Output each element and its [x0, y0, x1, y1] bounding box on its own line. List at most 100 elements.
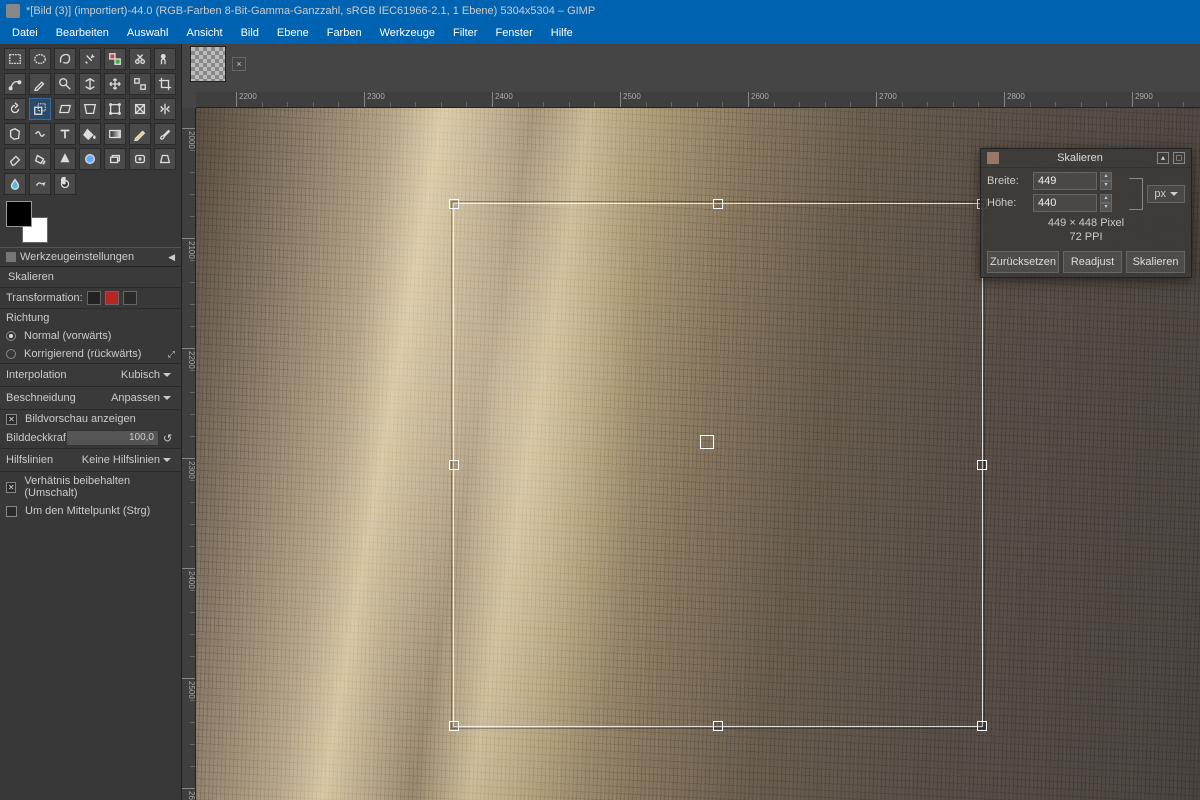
tool-airbrush[interactable]: [29, 148, 51, 170]
tool-perspective-clone[interactable]: [154, 148, 176, 170]
menu-image[interactable]: Bild: [233, 24, 267, 42]
transform-center[interactable]: [700, 435, 714, 449]
tool-bucket-fill[interactable]: [79, 123, 101, 145]
tool-paintbrush[interactable]: [154, 123, 176, 145]
tool-blur[interactable]: [4, 173, 26, 195]
fg-color[interactable]: [6, 201, 32, 227]
width-down[interactable]: ▾: [1100, 181, 1112, 190]
tool-handle-transform[interactable]: [129, 98, 151, 120]
tool-ink[interactable]: [54, 148, 76, 170]
tool-heal[interactable]: [129, 148, 151, 170]
tool-crop[interactable]: [154, 73, 176, 95]
handle-e[interactable]: [977, 460, 987, 470]
tool-cage[interactable]: [4, 123, 26, 145]
tool-gradient[interactable]: [104, 123, 126, 145]
tool-move[interactable]: [104, 73, 126, 95]
tool-align[interactable]: [129, 73, 151, 95]
tool-text[interactable]: [54, 123, 76, 145]
unit-dropdown[interactable]: px: [1147, 185, 1185, 203]
dir-dropdown-icon[interactable]: ⤢: [168, 349, 175, 360]
tool-pencil[interactable]: [129, 123, 151, 145]
tool-rotate[interactable]: [4, 98, 26, 120]
chain-link-icon[interactable]: [1129, 178, 1143, 210]
transform-layer-icon[interactable]: [87, 291, 101, 305]
tool-unified-transform[interactable]: [104, 98, 126, 120]
tool-foreground-select[interactable]: [154, 48, 176, 70]
chevron-down-icon: [163, 396, 171, 404]
color-swatches[interactable]: [6, 201, 48, 243]
tool-eraser[interactable]: [4, 148, 26, 170]
menu-edit[interactable]: Bearbeiten: [48, 24, 117, 42]
handle-w[interactable]: [449, 460, 459, 470]
width-up[interactable]: ▴: [1100, 172, 1112, 181]
menu-filters[interactable]: Filter: [445, 24, 485, 42]
tool-scissors[interactable]: [129, 48, 151, 70]
menu-tools[interactable]: Werkzeuge: [372, 24, 443, 42]
tool-zoom[interactable]: [54, 73, 76, 95]
scale-button[interactable]: Skalieren: [1126, 251, 1185, 273]
image-thumbnail[interactable]: [190, 46, 226, 82]
handle-sw[interactable]: [449, 721, 459, 731]
tool-measure[interactable]: [79, 73, 101, 95]
ruler-horizontal[interactable]: 22002300240025002600270028002900: [196, 92, 1200, 108]
dialog-collapse-icon[interactable]: ▴: [1157, 152, 1169, 164]
tool-scale[interactable]: [29, 98, 51, 120]
dialog-detach-icon[interactable]: ◻: [1173, 152, 1185, 164]
opacity-slider[interactable]: 100,0: [66, 430, 159, 446]
width-input[interactable]: [1033, 172, 1097, 190]
menu-layer[interactable]: Ebene: [269, 24, 317, 42]
reset-icon[interactable]: ↺: [163, 432, 175, 444]
transform-bounding-box[interactable]: [453, 203, 983, 727]
image-tab: ×: [190, 44, 246, 84]
tool-perspective[interactable]: [79, 98, 101, 120]
tool-free-select[interactable]: [54, 48, 76, 70]
height-label: Höhe:: [987, 197, 1029, 209]
guides-row[interactable]: Hilfslinien Keine Hilfslinien: [0, 448, 181, 471]
handle-s[interactable]: [713, 721, 723, 731]
transform-path-icon[interactable]: [123, 291, 137, 305]
ruler-vertical[interactable]: 2000210022002300240025002600: [182, 108, 196, 800]
menu-windows[interactable]: Fenster: [487, 24, 540, 42]
height-up[interactable]: ▴: [1100, 194, 1112, 203]
tool-shear[interactable]: [54, 98, 76, 120]
tool-ellipse-select[interactable]: [29, 48, 51, 70]
chevron-down-icon: [163, 373, 171, 381]
chevron-down-icon: [1170, 192, 1178, 200]
tool-clone[interactable]: [104, 148, 126, 170]
clipping-row[interactable]: Beschneidung Anpassen: [0, 386, 181, 409]
tool-color-picker[interactable]: [29, 73, 51, 95]
radio-normal[interactable]: [6, 331, 16, 341]
tool-paths[interactable]: [4, 73, 26, 95]
height-down[interactable]: ▾: [1100, 203, 1112, 212]
around-center-checkbox[interactable]: [6, 506, 17, 517]
preview-checkbox[interactable]: [6, 414, 17, 425]
handle-nw[interactable]: [449, 199, 459, 209]
tool-mypaint[interactable]: [79, 148, 101, 170]
canvas[interactable]: Skalieren ▴ ◻ Breite: ▴▾: [196, 108, 1200, 800]
menu-file[interactable]: Datei: [4, 24, 46, 42]
reset-button[interactable]: Zurücksetzen: [987, 251, 1059, 273]
transform-selection-icon[interactable]: [105, 291, 119, 305]
menu-select[interactable]: Auswahl: [119, 24, 177, 42]
tool-fuzzy-select[interactable]: [79, 48, 101, 70]
menu-colors[interactable]: Farben: [319, 24, 370, 42]
tool-dodge-burn[interactable]: [54, 173, 76, 195]
keep-ratio-checkbox[interactable]: [6, 482, 16, 493]
interpolation-value: Kubisch: [121, 369, 160, 381]
radio-corrective[interactable]: [6, 349, 16, 359]
tool-smudge[interactable]: [29, 173, 51, 195]
handle-se[interactable]: [977, 721, 987, 731]
handle-n[interactable]: [713, 199, 723, 209]
tool-flip[interactable]: [154, 98, 176, 120]
panel-menu-icon[interactable]: ◀: [168, 252, 175, 263]
tool-warp[interactable]: [29, 123, 51, 145]
menu-view[interactable]: Ansicht: [178, 24, 230, 42]
tool-rect-select[interactable]: [4, 48, 26, 70]
readjust-button[interactable]: Readjust: [1063, 251, 1122, 273]
tool-color-select[interactable]: [104, 48, 126, 70]
interpolation-row[interactable]: Interpolation Kubisch: [0, 363, 181, 386]
menu-help[interactable]: Hilfe: [543, 24, 581, 42]
close-tab-icon[interactable]: ×: [232, 57, 246, 71]
height-input[interactable]: [1033, 194, 1097, 212]
clipping-label: Beschneidung: [6, 392, 76, 404]
